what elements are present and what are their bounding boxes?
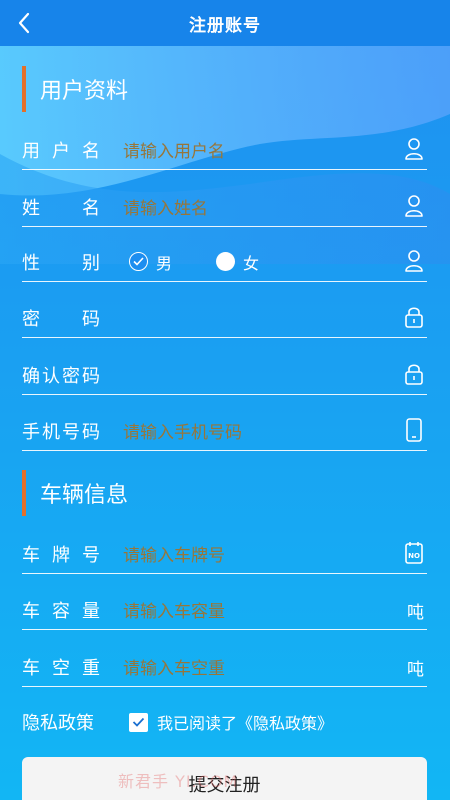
section-title-vehicle-info: 车辆信息: [22, 470, 128, 516]
name-label: 姓名: [22, 197, 100, 219]
submit-button-label: 提交注册: [188, 775, 261, 796]
phone-row: 手机号码 请输入手机号码: [22, 411, 427, 451]
capacity-input[interactable]: 请输入车容量: [123, 597, 427, 622]
person-icon: [403, 248, 425, 274]
privacy-label: 隐私政策: [22, 713, 94, 734]
empty-weight-label: 车空重: [22, 657, 100, 679]
back-button[interactable]: [12, 9, 36, 37]
page-title: 注册账号: [189, 15, 261, 36]
submit-button[interactable]: 提交注册: [22, 757, 427, 800]
license-plate-icon-text: NO: [408, 552, 420, 560]
username-label: 用户名: [22, 140, 100, 162]
empty-weight-unit: 吨: [407, 660, 424, 680]
capacity-unit: 吨: [407, 603, 424, 623]
privacy-checkbox[interactable]: [129, 712, 148, 732]
password-label: 密码: [22, 308, 100, 330]
plate-row: 车牌号 请输入车牌号 NO: [22, 534, 427, 574]
plate-label: 车牌号: [22, 544, 100, 566]
radio-checked-icon: [129, 252, 148, 271]
plate-input[interactable]: 请输入车牌号: [123, 541, 427, 566]
phone-input[interactable]: 请输入手机号码: [123, 418, 427, 443]
name-input[interactable]: 请输入姓名: [123, 194, 427, 219]
checkmark-icon: [132, 717, 145, 727]
name-row: 姓名 请输入姓名: [22, 187, 427, 227]
username-row: 用户名 请输入用户名: [22, 130, 427, 170]
gender-option-female[interactable]: 女: [216, 250, 259, 274]
lock-icon: [403, 304, 425, 330]
section-title-user-profile: 用户资料: [22, 66, 128, 112]
gender-option-male[interactable]: 男: [129, 250, 172, 274]
phone-icon: [403, 417, 425, 443]
empty-weight-input[interactable]: 请输入车空重: [123, 654, 427, 679]
license-plate-icon: NO: [403, 540, 425, 566]
confirm-password-row: 确认密码: [22, 355, 427, 395]
username-input[interactable]: 请输入用户名: [123, 137, 427, 162]
privacy-row: 隐私政策 我已阅读了《隐私政策》: [22, 702, 427, 742]
nav-bar: 注册账号: [0, 0, 450, 46]
privacy-policy-link[interactable]: 我已阅读了《隐私政策》: [157, 710, 333, 734]
password-row: 密码: [22, 298, 427, 338]
person-icon: [403, 136, 425, 162]
capacity-row: 车容量 请输入车容量 吨: [22, 590, 427, 630]
phone-label: 手机号码: [22, 421, 100, 443]
section-accent-bar: [22, 470, 26, 516]
gender-row: 性别 男 女: [22, 242, 427, 282]
empty-weight-row: 车空重 请输入车空重 吨: [22, 647, 427, 687]
gender-label: 性别: [22, 252, 100, 274]
radio-unchecked-icon: [216, 252, 236, 271]
capacity-label: 车容量: [22, 600, 100, 622]
chevron-left-icon: [18, 12, 30, 34]
lock-icon: [403, 361, 425, 387]
section-accent-bar: [22, 66, 26, 112]
confirm-password-label: 确认密码: [22, 365, 100, 387]
person-icon: [403, 193, 425, 219]
gender-radio-group: 男 女: [129, 250, 303, 274]
